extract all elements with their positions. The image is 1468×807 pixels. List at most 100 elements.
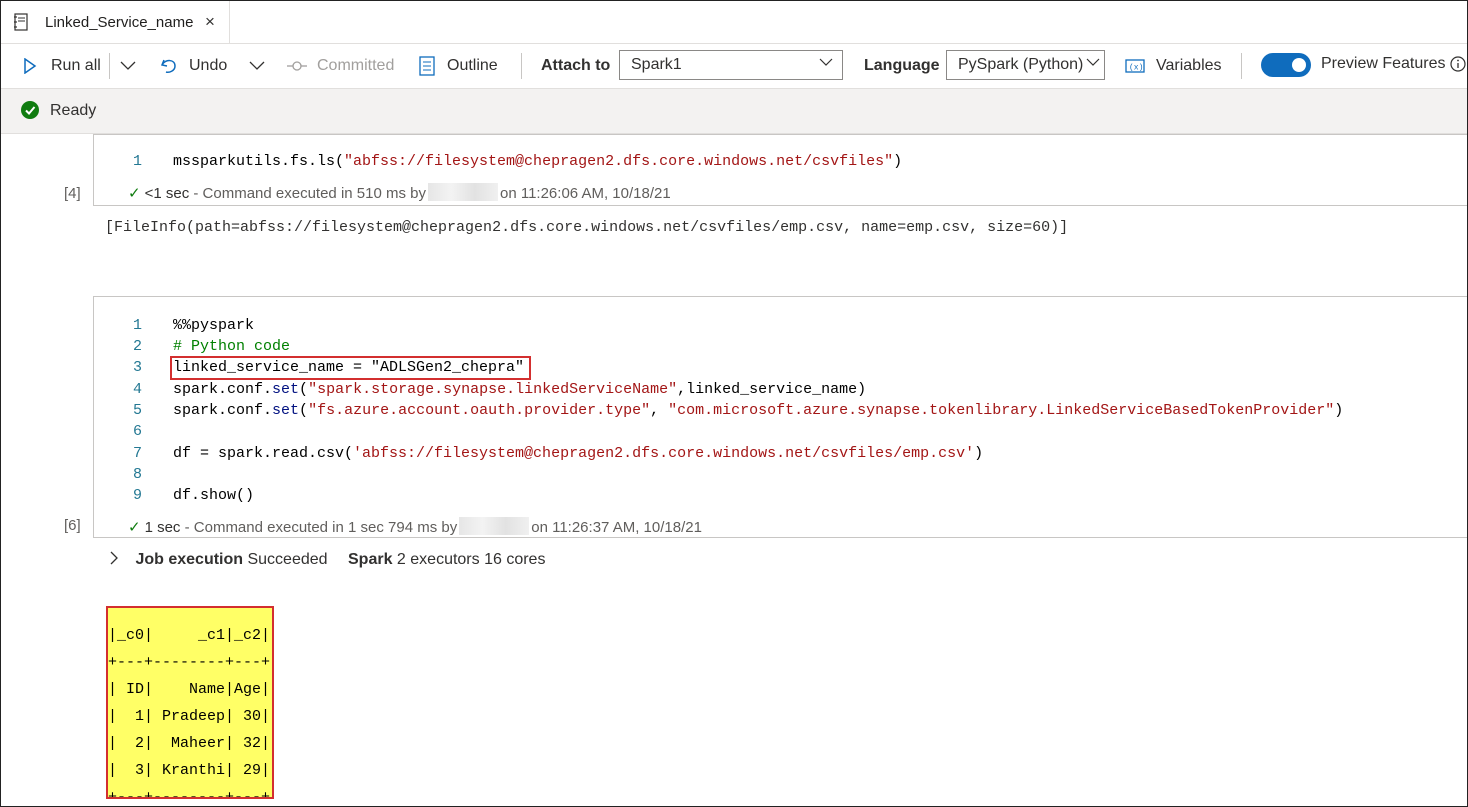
code-paren: ) <box>893 153 903 170</box>
exec-time: on 11:26:06 AM, 10/18/21 <box>500 185 671 202</box>
code-token: spark.conf. <box>173 402 273 419</box>
code-comment[interactable]: # Python code <box>173 338 290 355</box>
exec-text: - Command executed in 1 sec 794 ms by <box>184 519 458 536</box>
toolbar-divider <box>109 53 110 79</box>
preview-features-toggle[interactable] <box>1261 53 1311 77</box>
execution-info: ✓ <1 sec - Command executed in 510 ms by o… <box>128 183 671 202</box>
chevron-right-icon <box>110 551 118 565</box>
tab-bar: Linked_Service_name × <box>1 1 1467 44</box>
chevron-down-icon <box>249 61 265 70</box>
line-number: 6 <box>132 423 142 440</box>
chevron-down-icon <box>120 61 136 70</box>
undo-button[interactable]: Undo <box>160 44 227 88</box>
code-token: ( <box>299 402 309 419</box>
cell-index: [6] <box>64 517 81 534</box>
notebook-window: Linked_Service_name × Run all Undo Commi… <box>0 0 1468 807</box>
spark-label: Spark <box>348 551 393 568</box>
undo-options-dropdown[interactable] <box>249 44 265 88</box>
spark-info: 2 executors 16 cores <box>396 551 546 568</box>
line-number: 3 <box>132 359 142 376</box>
toolbar: Run all Undo Committed Outline Attach to… <box>1 44 1467 89</box>
code-line[interactable]: %%pyspark <box>173 317 254 334</box>
preview-features-label: Preview Features <box>1321 55 1446 72</box>
redacted-user <box>428 183 498 201</box>
code-line[interactable]: spark.conf.set("fs.azure.account.oauth.p… <box>173 402 1343 419</box>
code-string: "com.microsoft.azure.synapse.tokenlibrar… <box>668 402 1335 419</box>
code-line[interactable]: spark.conf.set("spark.storage.synapse.li… <box>173 381 866 398</box>
run-options-dropdown[interactable] <box>120 44 136 88</box>
attach-to-label: Attach to <box>541 57 611 74</box>
table-row: +---+--------+---+ <box>108 608 270 613</box>
table-row: | ID| Name|Age| <box>108 681 271 698</box>
outline-label: Outline <box>447 57 498 74</box>
checkmark-icon: ✓ <box>128 519 141 536</box>
code-line[interactable]: df.show() <box>173 487 254 504</box>
notebook-icon <box>14 13 28 31</box>
preview-features-info[interactable] <box>1450 42 1466 86</box>
checkmark-icon: ✓ <box>128 185 141 202</box>
code-token: ) <box>974 445 984 462</box>
status-text: Ready <box>50 102 97 119</box>
table-row: +---+--------+---+ <box>108 654 271 671</box>
code-cell-2[interactable]: 1 2 3 4 5 6 7 8 9 %%pyspark # Python cod… <box>93 296 1467 538</box>
close-icon[interactable]: × <box>205 12 215 32</box>
job-label: Job execution <box>135 551 244 568</box>
undo-label: Undo <box>189 57 228 74</box>
language-value: PySpark (Python) <box>958 56 1084 73</box>
language-select[interactable]: PySpark (Python) <box>946 50 1105 80</box>
table-row: | 1| Pradeep| 30| <box>108 708 271 725</box>
committed-label: Committed <box>317 57 395 74</box>
line-number: 4 <box>132 381 142 398</box>
language-label: Language <box>864 57 940 74</box>
job-execution-summary[interactable]: Job execution Succeeded Spark 2 executor… <box>109 551 545 569</box>
exec-duration: <1 sec <box>144 185 190 202</box>
chevron-down-icon <box>819 58 833 66</box>
variables-button[interactable]: (x) Variables <box>1125 44 1222 88</box>
line-number: 7 <box>132 445 142 462</box>
toolbar-divider <box>521 53 522 79</box>
line-number: 5 <box>132 402 142 419</box>
chevron-down-icon <box>1086 58 1100 66</box>
toolbar-divider <box>1241 53 1242 79</box>
check-circle-icon <box>21 101 39 119</box>
exec-duration: 1 sec <box>144 519 181 536</box>
outline-icon <box>419 56 435 76</box>
attach-to-select[interactable]: Spark1 <box>619 50 843 80</box>
execution-info: ✓ 1 sec - Command executed in 1 sec 794 m… <box>128 517 702 536</box>
line-number: 8 <box>132 466 142 483</box>
df-show-output: +---+--------+---+ |_c0| _c1|_c2| +---+-… <box>106 606 274 799</box>
code-string: "spark.storage.synapse.linkedServiceName… <box>308 381 678 398</box>
line-number: 1 <box>132 317 142 334</box>
outline-button[interactable]: Outline <box>419 44 498 88</box>
table-row: |_c0| _c1|_c2| <box>108 627 271 644</box>
cell-1-output: [FileInfo(path=abfss://filesystem@chepra… <box>105 219 1069 236</box>
table-row: | 3| Kranthi| 29| <box>108 762 271 779</box>
variables-label: Variables <box>1156 57 1222 74</box>
undo-icon <box>160 59 176 73</box>
code-token: spark.conf. <box>173 381 273 398</box>
job-state: Succeeded <box>247 551 328 568</box>
attach-to-value: Spark1 <box>631 56 682 73</box>
svg-text:(x): (x) <box>1129 64 1143 73</box>
code-token: , <box>650 402 669 419</box>
tab-title: Linked_Service_name <box>45 14 194 31</box>
code-string: "abfss://filesystem@chepragen2.dfs.core.… <box>344 153 894 170</box>
committed-button[interactable]: Committed <box>287 44 394 88</box>
run-all-button[interactable]: Run all <box>23 44 101 88</box>
code-cell-1[interactable]: 1 mssparkutils.fs.ls("abfss://filesystem… <box>93 134 1467 206</box>
code-string: "fs.azure.account.oauth.provider.type" <box>308 402 651 419</box>
cell-index: [4] <box>64 185 81 202</box>
info-icon <box>1450 56 1466 72</box>
play-icon <box>24 58 37 74</box>
line-number: 9 <box>132 487 142 504</box>
tab-notebook[interactable]: Linked_Service_name × <box>1 1 230 43</box>
code-function: set <box>272 402 300 419</box>
code-string: 'abfss://filesystem@chepragen2.dfs.core.… <box>353 445 975 462</box>
code-line[interactable]: df = spark.read.csv('abfss://filesystem@… <box>173 445 983 462</box>
status-bar: Ready <box>1 89 1467 134</box>
code-token: ( <box>299 381 309 398</box>
code-line[interactable]: mssparkutils.fs.ls("abfss://filesystem@c… <box>173 153 902 170</box>
table-row: +---+--------+---+ <box>108 789 271 799</box>
line-number: 1 <box>132 153 142 170</box>
variables-icon: (x) <box>1125 59 1145 73</box>
